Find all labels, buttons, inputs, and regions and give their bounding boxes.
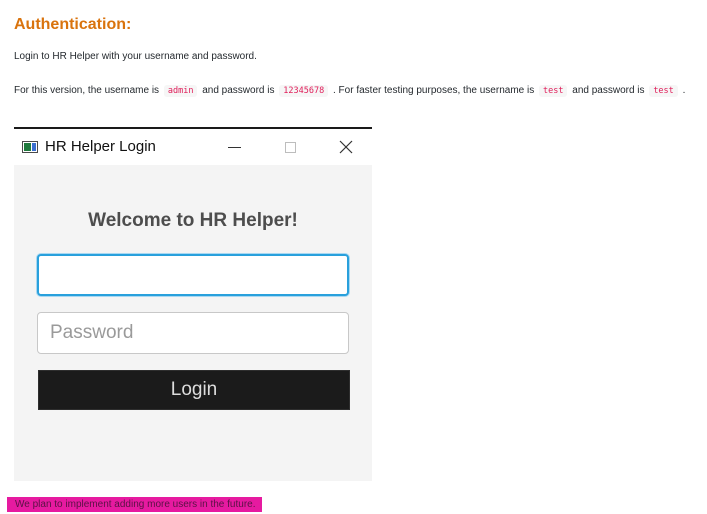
app-icon (22, 141, 38, 153)
test-username-code: test (539, 85, 568, 97)
username-code: admin (163, 85, 198, 97)
close-icon (339, 140, 353, 154)
password-code: 12345678 (279, 85, 329, 97)
creds-end: . (682, 85, 686, 96)
page: Authentication: Login to HR Helper with … (0, 0, 707, 514)
minimize-icon (227, 146, 241, 148)
intro-text: Login to HR Helper with your username an… (14, 51, 257, 62)
login-window: HR Helper Login Welcome to HR Helper! Lo… (14, 127, 372, 481)
creds-middle: . For faster testing purposes, the usern… (333, 85, 535, 96)
minimize-button[interactable] (211, 133, 257, 161)
future-note: We plan to implement adding more users i… (7, 497, 262, 512)
maximize-button[interactable] (267, 133, 313, 161)
welcome-heading: Welcome to HR Helper! (88, 210, 298, 231)
maximize-icon (284, 141, 296, 153)
test-password-code: test (649, 85, 678, 97)
password-input[interactable] (37, 312, 349, 354)
close-button[interactable] (323, 133, 369, 161)
username-input[interactable] (37, 254, 349, 296)
window-title: HR Helper Login (45, 138, 156, 155)
creds-prefix: For this version, the username is (14, 85, 160, 96)
creds-and1: and password is (202, 85, 275, 96)
section-heading: Authentication: (14, 16, 132, 33)
window-titlebar[interactable]: HR Helper Login (14, 129, 372, 165)
credentials-paragraph: For this version, the username is admin … (14, 82, 698, 100)
creds-and2: and password is (572, 85, 645, 96)
login-button[interactable]: Login (38, 370, 350, 410)
